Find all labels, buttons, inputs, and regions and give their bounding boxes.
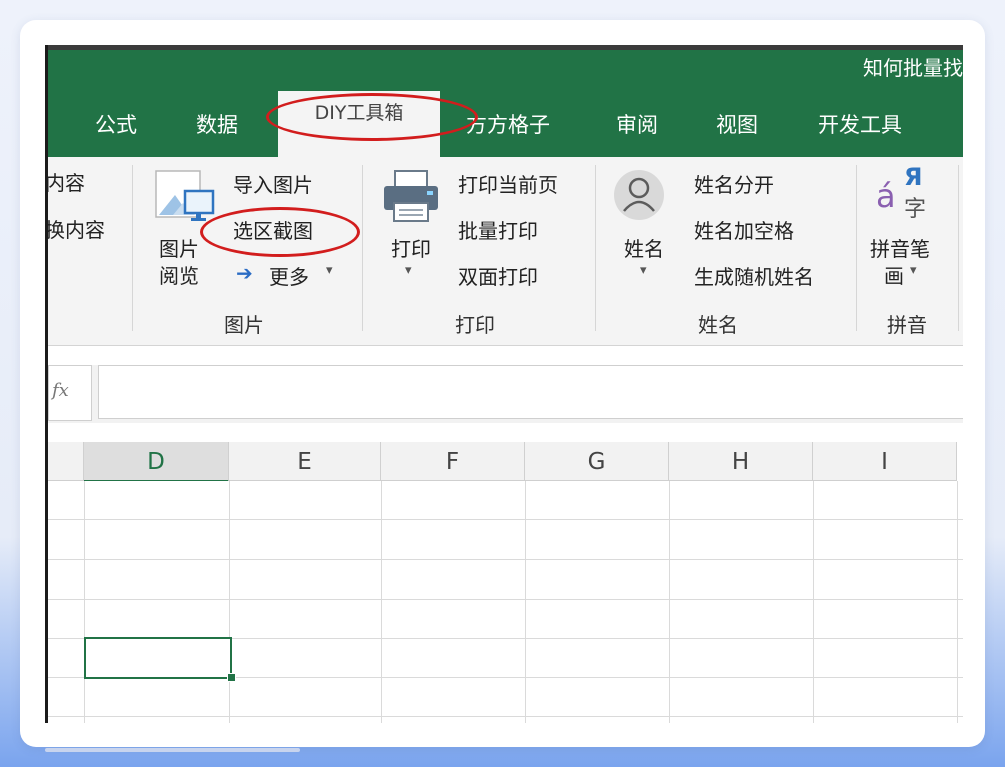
clipped-item-content[interactable]: 内容 [48,167,85,196]
print-dropdown-caret-icon[interactable]: ▾ [405,263,412,278]
grid-column-line [229,481,230,723]
picture-group-label: 图片 [224,313,264,337]
pinyin-icon-letter-a: á [876,177,896,215]
duplex-print-button[interactable]: 双面打印 [458,261,538,290]
tab-view[interactable]: 视图 [716,109,758,139]
tab-diy-toolbox[interactable]: DIY工具箱 [278,91,440,157]
pinyin-dropdown-caret-icon[interactable]: ▾ [910,263,917,278]
grid-row-line [48,716,963,717]
ribbon-tab-bar: 公式 数据 方方格子 审阅 视图 开发工具 [48,95,963,157]
name-group-label: 姓名 [698,313,738,337]
insert-function-button[interactable]: fx [48,365,92,421]
picture-browse-icon[interactable] [155,167,217,229]
grid-column-line [381,481,382,723]
print-group-label: 打印 [455,313,495,337]
region-screenshot-button[interactable]: 选区截图 [233,215,313,244]
grid-column-line [813,481,814,723]
generate-random-name-button[interactable]: 生成随机姓名 [694,261,814,290]
picture-browse-label-1[interactable]: 图片 [159,233,199,262]
printer-icon[interactable] [381,169,441,225]
excel-window: 知何批量找 公式 数据 方方格子 审阅 视图 开发工具 DIY工具箱 内容 换内… [45,45,963,723]
name-dropdown-caret-icon[interactable]: ▾ [640,263,647,278]
column-header-e[interactable]: E [229,442,381,481]
pinyin-icon-letter-ya: Я [904,163,923,191]
fill-handle[interactable] [227,673,236,682]
split-name-button[interactable]: 姓名分开 [694,169,774,198]
ribbon-panel: 内容 换内容 图片 阅览 导入图片 选区截图 ➔ 更多 ▾ 图片 打印 ▾ 打印… [48,157,963,346]
print-current-page-button[interactable]: 打印当前页 [458,169,558,198]
screenshot-card: 知何批量找 公式 数据 方方格子 审阅 视图 开发工具 DIY工具箱 内容 换内… [20,20,985,747]
pinyin-icon[interactable]: á Я 字 [874,163,940,223]
tab-formulas[interactable]: 公式 [95,109,137,139]
grid-column-line [957,481,958,723]
grid-row-line [48,519,963,520]
grid-row-line [48,559,963,560]
pinyin-icon-char-zi: 字 [904,197,927,222]
import-picture-button[interactable]: 导入图片 [233,169,313,198]
add-space-to-name-button[interactable]: 姓名加空格 [694,215,794,244]
pinyin-stroke-button-label-2[interactable]: 画 [884,260,904,289]
group-separator [132,165,133,331]
person-avatar-icon[interactable] [613,169,665,221]
more-button[interactable]: 更多 [269,261,309,290]
group-separator [595,165,596,331]
tab-fangfang-gezi[interactable]: 方方格子 [466,109,550,139]
title-bar: 知何批量找 [48,50,963,95]
grid-column-line [669,481,670,723]
active-cell[interactable] [84,637,232,679]
tab-developer[interactable]: 开发工具 [818,109,902,139]
more-dropdown-caret-icon[interactable]: ▾ [326,263,333,278]
page-scroll-indicator [45,748,300,752]
grid-column-line [84,481,85,723]
column-header-i[interactable]: I [813,442,957,481]
formula-bar: fx [48,365,963,423]
formula-input[interactable] [98,365,963,419]
grid-column-line [525,481,526,723]
pinyin-stroke-button-label-1[interactable]: 拼音笔 [870,233,930,262]
picture-browse-label-2[interactable]: 阅览 [159,260,199,289]
tab-review[interactable]: 审阅 [616,109,658,139]
print-button[interactable]: 打印 [391,233,431,262]
document-title: 知何批量找 [863,56,963,80]
column-header-d[interactable]: D [84,442,229,483]
name-button[interactable]: 姓名 [624,233,664,262]
column-header-h[interactable]: H [669,442,813,481]
group-separator [362,165,363,331]
column-header-f[interactable]: F [381,442,525,481]
fx-icon: fx [52,380,69,401]
column-header-g[interactable]: G [525,442,669,481]
column-header-clipped[interactable] [48,442,84,481]
clipped-item-replace-content[interactable]: 换内容 [48,214,105,243]
batch-print-button[interactable]: 批量打印 [458,215,538,244]
arrow-right-icon: ➔ [236,261,253,285]
pinyin-group-label: 拼音 [887,313,927,337]
tab-data[interactable]: 数据 [196,109,238,139]
worksheet-grid[interactable] [48,481,963,723]
grid-row-line [48,599,963,600]
group-separator [958,165,959,331]
group-separator [856,165,857,331]
